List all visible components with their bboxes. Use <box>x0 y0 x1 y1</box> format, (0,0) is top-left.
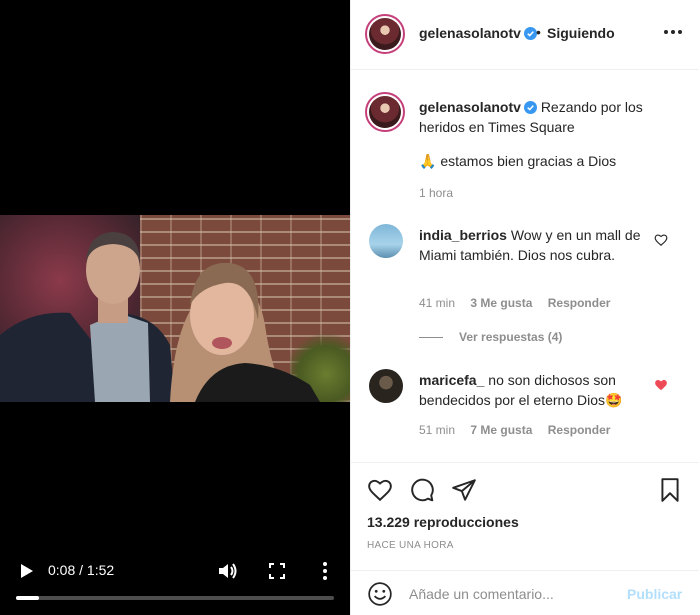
bookmark-icon[interactable] <box>657 477 683 503</box>
heart-icon[interactable] <box>367 477 393 503</box>
caption-author-avatar[interactable] <box>365 92 405 132</box>
reply-button[interactable]: Responder <box>548 296 611 310</box>
video-progress-bar[interactable] <box>16 596 334 600</box>
fullscreen-icon[interactable] <box>266 560 288 582</box>
verified-badge-icon <box>523 27 537 40</box>
author-avatar[interactable] <box>365 14 405 54</box>
play-icon[interactable] <box>16 561 36 581</box>
replies-divider <box>419 337 443 339</box>
post-header: gelenasolanotv • Siguiendo <box>351 0 699 70</box>
caption-username[interactable]: gelenasolanotv <box>419 99 521 115</box>
video-frame[interactable] <box>0 215 350 402</box>
view-count[interactable]: 13.229 reproducciones <box>367 514 519 530</box>
author-username[interactable]: gelenasolanotv <box>419 25 537 41</box>
comment-like-heart-icon[interactable] <box>654 233 668 247</box>
post-actions: 13.229 reproducciones HACE UNA HORA Publ… <box>351 462 699 615</box>
header-separator: • <box>536 24 541 40</box>
reply-button[interactable]: Responder <box>548 423 611 437</box>
video-progress-fill <box>16 596 39 600</box>
verified-badge-icon <box>523 101 537 114</box>
commenter-username[interactable]: maricefa_ <box>419 372 484 388</box>
post-timestamp: HACE UNA HORA <box>367 540 454 551</box>
comment: maricefa_ no son dichosos son bendecidos… <box>419 370 644 410</box>
video-time-label: 0:08 / 1:52 <box>48 562 115 578</box>
caption-timestamp: 1 hora <box>419 186 454 200</box>
post-sidebar: gelenasolanotv • Siguiendo gelenasolanot… <box>350 0 700 615</box>
comment-liked-heart-icon[interactable] <box>654 378 668 392</box>
comment-meta: 41 min 3 Me gusta Responder <box>419 296 622 310</box>
volume-icon[interactable] <box>216 560 238 582</box>
woman-figure <box>170 262 320 402</box>
video-controls: 0:08 / 1:52 <box>0 548 350 615</box>
man-figure <box>0 232 175 402</box>
comment-meta: 51 min 7 Me gusta Responder <box>419 423 622 437</box>
share-icon[interactable] <box>451 477 477 503</box>
more-horizontal-icon[interactable] <box>663 22 683 42</box>
post-caption: gelenasolanotv Rezando por los heridos e… <box>419 97 689 137</box>
comment-input[interactable] <box>409 581 614 607</box>
comment-likes-count[interactable]: 3 Me gusta <box>470 296 532 310</box>
following-button[interactable]: Siguiendo <box>547 25 615 41</box>
publish-button[interactable]: Publicar <box>627 586 682 602</box>
view-replies-button[interactable]: Ver respuestas (4) <box>419 330 562 344</box>
comment-icon[interactable] <box>409 477 435 503</box>
caption-second-line: 🙏 estamos bien gracias a Dios <box>419 153 617 169</box>
comment-likes-count[interactable]: 7 Me gusta <box>470 423 532 437</box>
view-replies-label: Ver respuestas (4) <box>459 330 563 344</box>
comment-time: 51 min <box>419 423 456 437</box>
video-player[interactable]: 0:08 / 1:52 <box>0 0 350 615</box>
author-username-text: gelenasolanotv <box>419 25 521 41</box>
commenter-avatar[interactable] <box>369 224 403 258</box>
emoji-icon[interactable] <box>367 581 393 607</box>
add-comment-bar: Publicar <box>351 570 699 615</box>
commenter-avatar[interactable] <box>369 369 403 403</box>
more-vertical-icon[interactable] <box>315 560 335 582</box>
comment-time: 41 min <box>419 296 456 310</box>
commenter-username[interactable]: india_berrios <box>419 227 507 243</box>
comment: india_berrios Wow y en un mall de Miami … <box>419 225 644 265</box>
